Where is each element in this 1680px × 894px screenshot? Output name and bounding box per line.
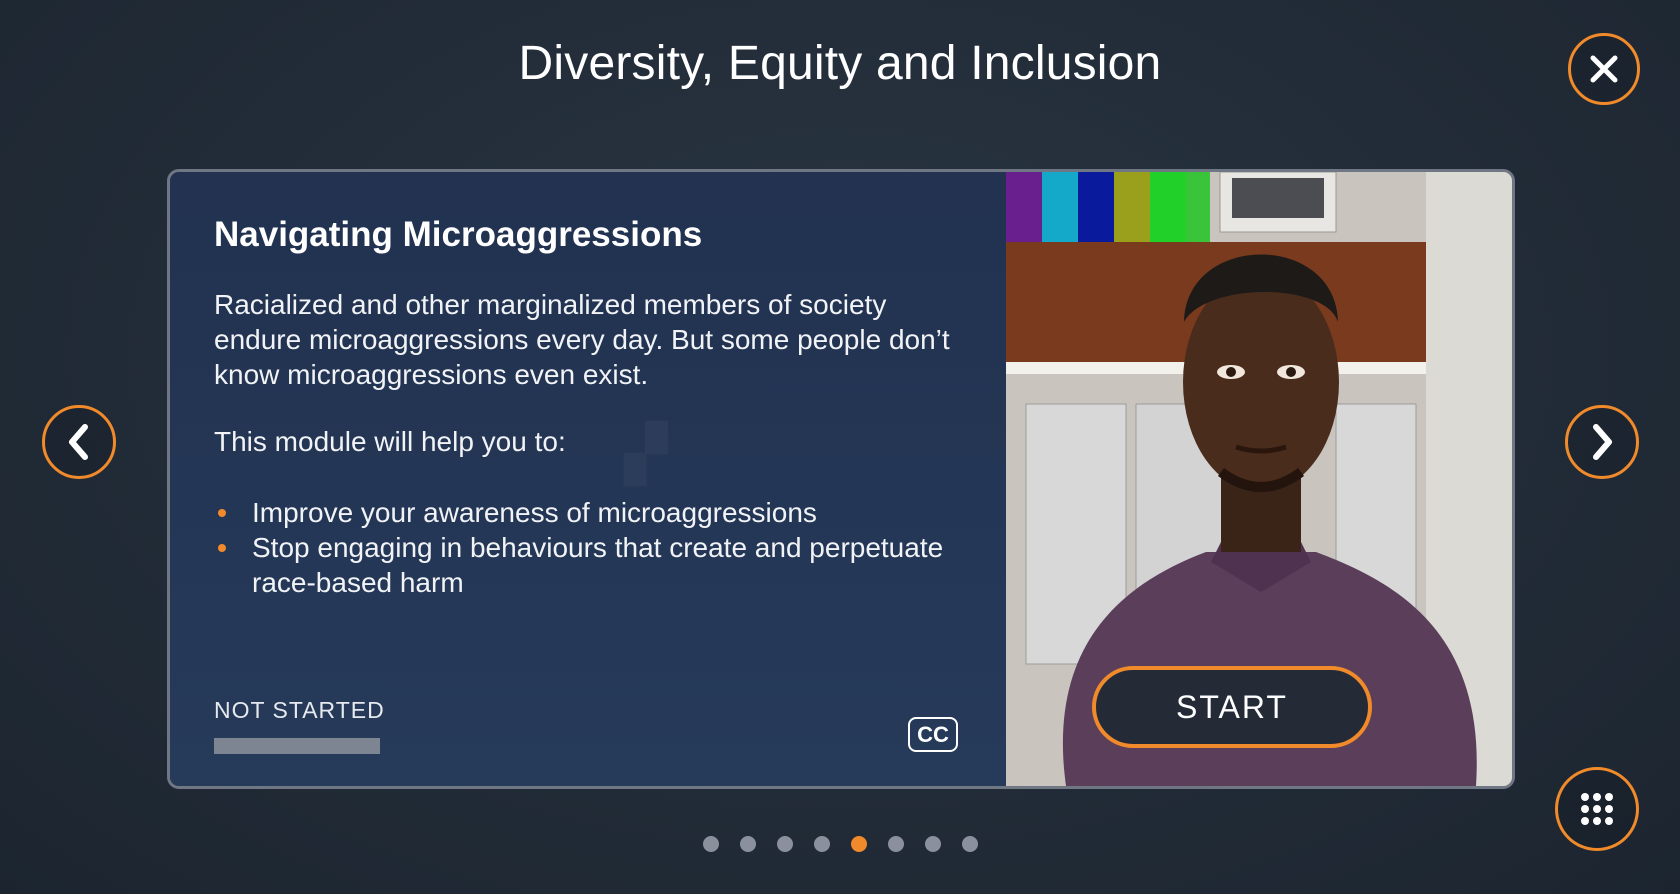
pagination-dot[interactable] bbox=[813, 836, 830, 852]
module-title: Navigating Microaggressions bbox=[214, 215, 703, 254]
grid-menu-icon bbox=[1581, 793, 1613, 825]
chevron-left-icon bbox=[69, 424, 88, 460]
bullet-icon bbox=[218, 544, 226, 552]
pagination-dot[interactable] bbox=[961, 836, 978, 852]
pagination-dot[interactable] bbox=[924, 836, 941, 852]
pagination-dots bbox=[0, 836, 1680, 852]
status-label: NOT STARTED bbox=[214, 697, 385, 723]
next-module-button[interactable] bbox=[1565, 405, 1639, 479]
watermark-logo: ▞ bbox=[625, 422, 667, 485]
closed-captions-icon: CC bbox=[917, 721, 949, 747]
pagination-dot[interactable] bbox=[702, 836, 719, 852]
pagination-dot[interactable] bbox=[850, 836, 867, 852]
character-image: START bbox=[1006, 172, 1512, 786]
bullet-icon bbox=[218, 509, 226, 517]
pagination-dot[interactable] bbox=[776, 836, 793, 852]
module-description: Racialized and other marginalized member… bbox=[214, 289, 950, 390]
previous-module-button[interactable] bbox=[42, 405, 116, 479]
progress-bar bbox=[214, 738, 380, 754]
pagination-dot[interactable] bbox=[887, 836, 904, 852]
module-help-intro: This module will help you to: bbox=[214, 426, 566, 457]
module-card: ▞ Navigating Microaggressions Racialized… bbox=[167, 169, 1515, 789]
chevron-right-icon bbox=[1593, 424, 1612, 460]
module-info-panel: ▞ Navigating Microaggressions Racialized… bbox=[170, 172, 1006, 786]
list-item: Stop engaging in behaviours that create … bbox=[214, 530, 954, 600]
page-title: Diversity, Equity and Inclusion bbox=[518, 37, 1162, 90]
close-button[interactable] bbox=[1568, 33, 1640, 105]
close-icon bbox=[1590, 55, 1618, 83]
start-button[interactable]: START bbox=[1092, 666, 1372, 748]
list-item: Improve your awareness of microaggressio… bbox=[214, 495, 954, 530]
closed-captions-button[interactable]: CC bbox=[908, 717, 958, 752]
module-goals-list: Improve your awareness of microaggressio… bbox=[214, 495, 954, 600]
pagination-dot[interactable] bbox=[739, 836, 756, 852]
